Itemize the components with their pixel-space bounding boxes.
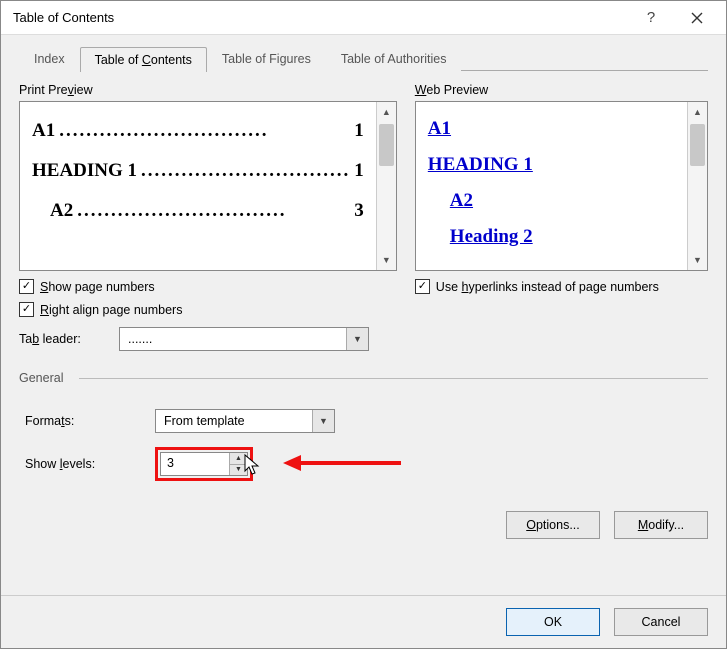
preview-panels: Print Preview A1 .......................…: [19, 83, 708, 351]
print-preview-panel: Print Preview A1 .......................…: [19, 83, 397, 351]
show-levels-row: Show levels: 3 ▲ ▼: [25, 447, 702, 481]
web-preview-link: A1: [428, 118, 675, 140]
toc-dialog: Table of Contents ? Index Table of Conte…: [0, 0, 727, 649]
toc-line: A1 ............................... 1: [32, 120, 364, 142]
tab-table-of-contents[interactable]: Table of Contents: [80, 47, 207, 72]
dialog-footer: OK Cancel: [1, 595, 726, 648]
tab-index[interactable]: Index: [19, 46, 80, 71]
toc-line: A2 ............................... 3: [32, 200, 364, 222]
web-preview-link: A2: [428, 190, 675, 212]
annotation-highlight-box: 3 ▲ ▼: [155, 447, 253, 481]
ok-button[interactable]: OK: [506, 608, 600, 636]
use-hyperlinks-checkbox[interactable]: ✓ Use hyperlinks instead of page numbers: [415, 279, 708, 294]
web-preview-link: Heading 2: [428, 226, 675, 248]
titlebar: Table of Contents ?: [1, 1, 726, 35]
show-page-numbers-checkbox[interactable]: ✓ Show page numbers: [19, 279, 397, 294]
tab-leader-dropdown[interactable]: ....... ▼: [119, 327, 369, 351]
show-levels-label: Show levels:: [25, 457, 155, 471]
window-title: Table of Contents: [13, 10, 628, 25]
tab-table-of-figures[interactable]: Table of Figures: [207, 46, 326, 71]
checkbox-icon: ✓: [415, 279, 430, 294]
toc-line: HEADING 1 ..............................…: [32, 160, 364, 182]
formats-dropdown[interactable]: From template ▼: [155, 409, 335, 433]
dialog-body: Index Table of Contents Table of Figures…: [1, 35, 726, 595]
general-group: General Formats: From template ▼ Show le…: [19, 371, 708, 487]
scroll-down-icon[interactable]: ▼: [688, 250, 707, 270]
print-preview-body: A1 ............................... 1 HEA…: [20, 102, 376, 270]
chevron-down-icon: ▼: [312, 410, 334, 432]
formats-label: Formats:: [25, 414, 155, 428]
help-button[interactable]: ?: [628, 2, 674, 34]
web-preview-scrollbar[interactable]: ▲ ▼: [687, 102, 707, 270]
annotation-arrow-icon: [283, 453, 403, 473]
checkbox-icon: ✓: [19, 279, 34, 294]
options-modify-row: Options... Modify...: [19, 511, 708, 539]
web-preview-box: A1 HEADING 1 A2 Heading 2 ▲ ▼: [415, 101, 708, 271]
print-preview-box: A1 ............................... 1 HEA…: [19, 101, 397, 271]
options-button[interactable]: Options...: [506, 511, 600, 539]
spinner-buttons[interactable]: ▲ ▼: [229, 453, 247, 475]
tab-leader-label: Tab leader:: [19, 332, 119, 346]
scroll-up-icon[interactable]: ▲: [377, 102, 396, 122]
show-levels-spinner[interactable]: 3 ▲ ▼: [160, 452, 248, 476]
checkbox-icon: ✓: [19, 302, 34, 317]
formats-row: Formats: From template ▼: [25, 409, 702, 433]
general-group-title: General: [19, 371, 708, 385]
print-preview-label: Print Preview: [19, 83, 397, 97]
scroll-up-icon[interactable]: ▲: [688, 102, 707, 122]
web-preview-panel: Web Preview A1 HEADING 1 A2 Heading 2 ▲ …: [415, 83, 708, 351]
right-align-page-numbers-checkbox[interactable]: ✓ Right align page numbers: [19, 302, 397, 317]
web-preview-label: Web Preview: [415, 83, 708, 97]
modify-button[interactable]: Modify...: [614, 511, 708, 539]
spinner-up-icon[interactable]: ▲: [230, 453, 247, 465]
tab-table-of-authorities[interactable]: Table of Authorities: [326, 46, 462, 71]
print-preview-scrollbar[interactable]: ▲ ▼: [376, 102, 396, 270]
web-preview-link: HEADING 1: [428, 154, 675, 176]
scroll-down-icon[interactable]: ▼: [377, 250, 396, 270]
close-button[interactable]: [674, 2, 720, 34]
tabstrip: Index Table of Contents Table of Figures…: [19, 43, 708, 71]
tab-leader-row: Tab leader: ....... ▼: [19, 327, 397, 351]
chevron-down-icon: ▼: [346, 328, 368, 350]
close-icon: [691, 12, 703, 24]
spinner-down-icon[interactable]: ▼: [230, 465, 247, 476]
cancel-button[interactable]: Cancel: [614, 608, 708, 636]
web-preview-body: A1 HEADING 1 A2 Heading 2: [416, 102, 687, 270]
